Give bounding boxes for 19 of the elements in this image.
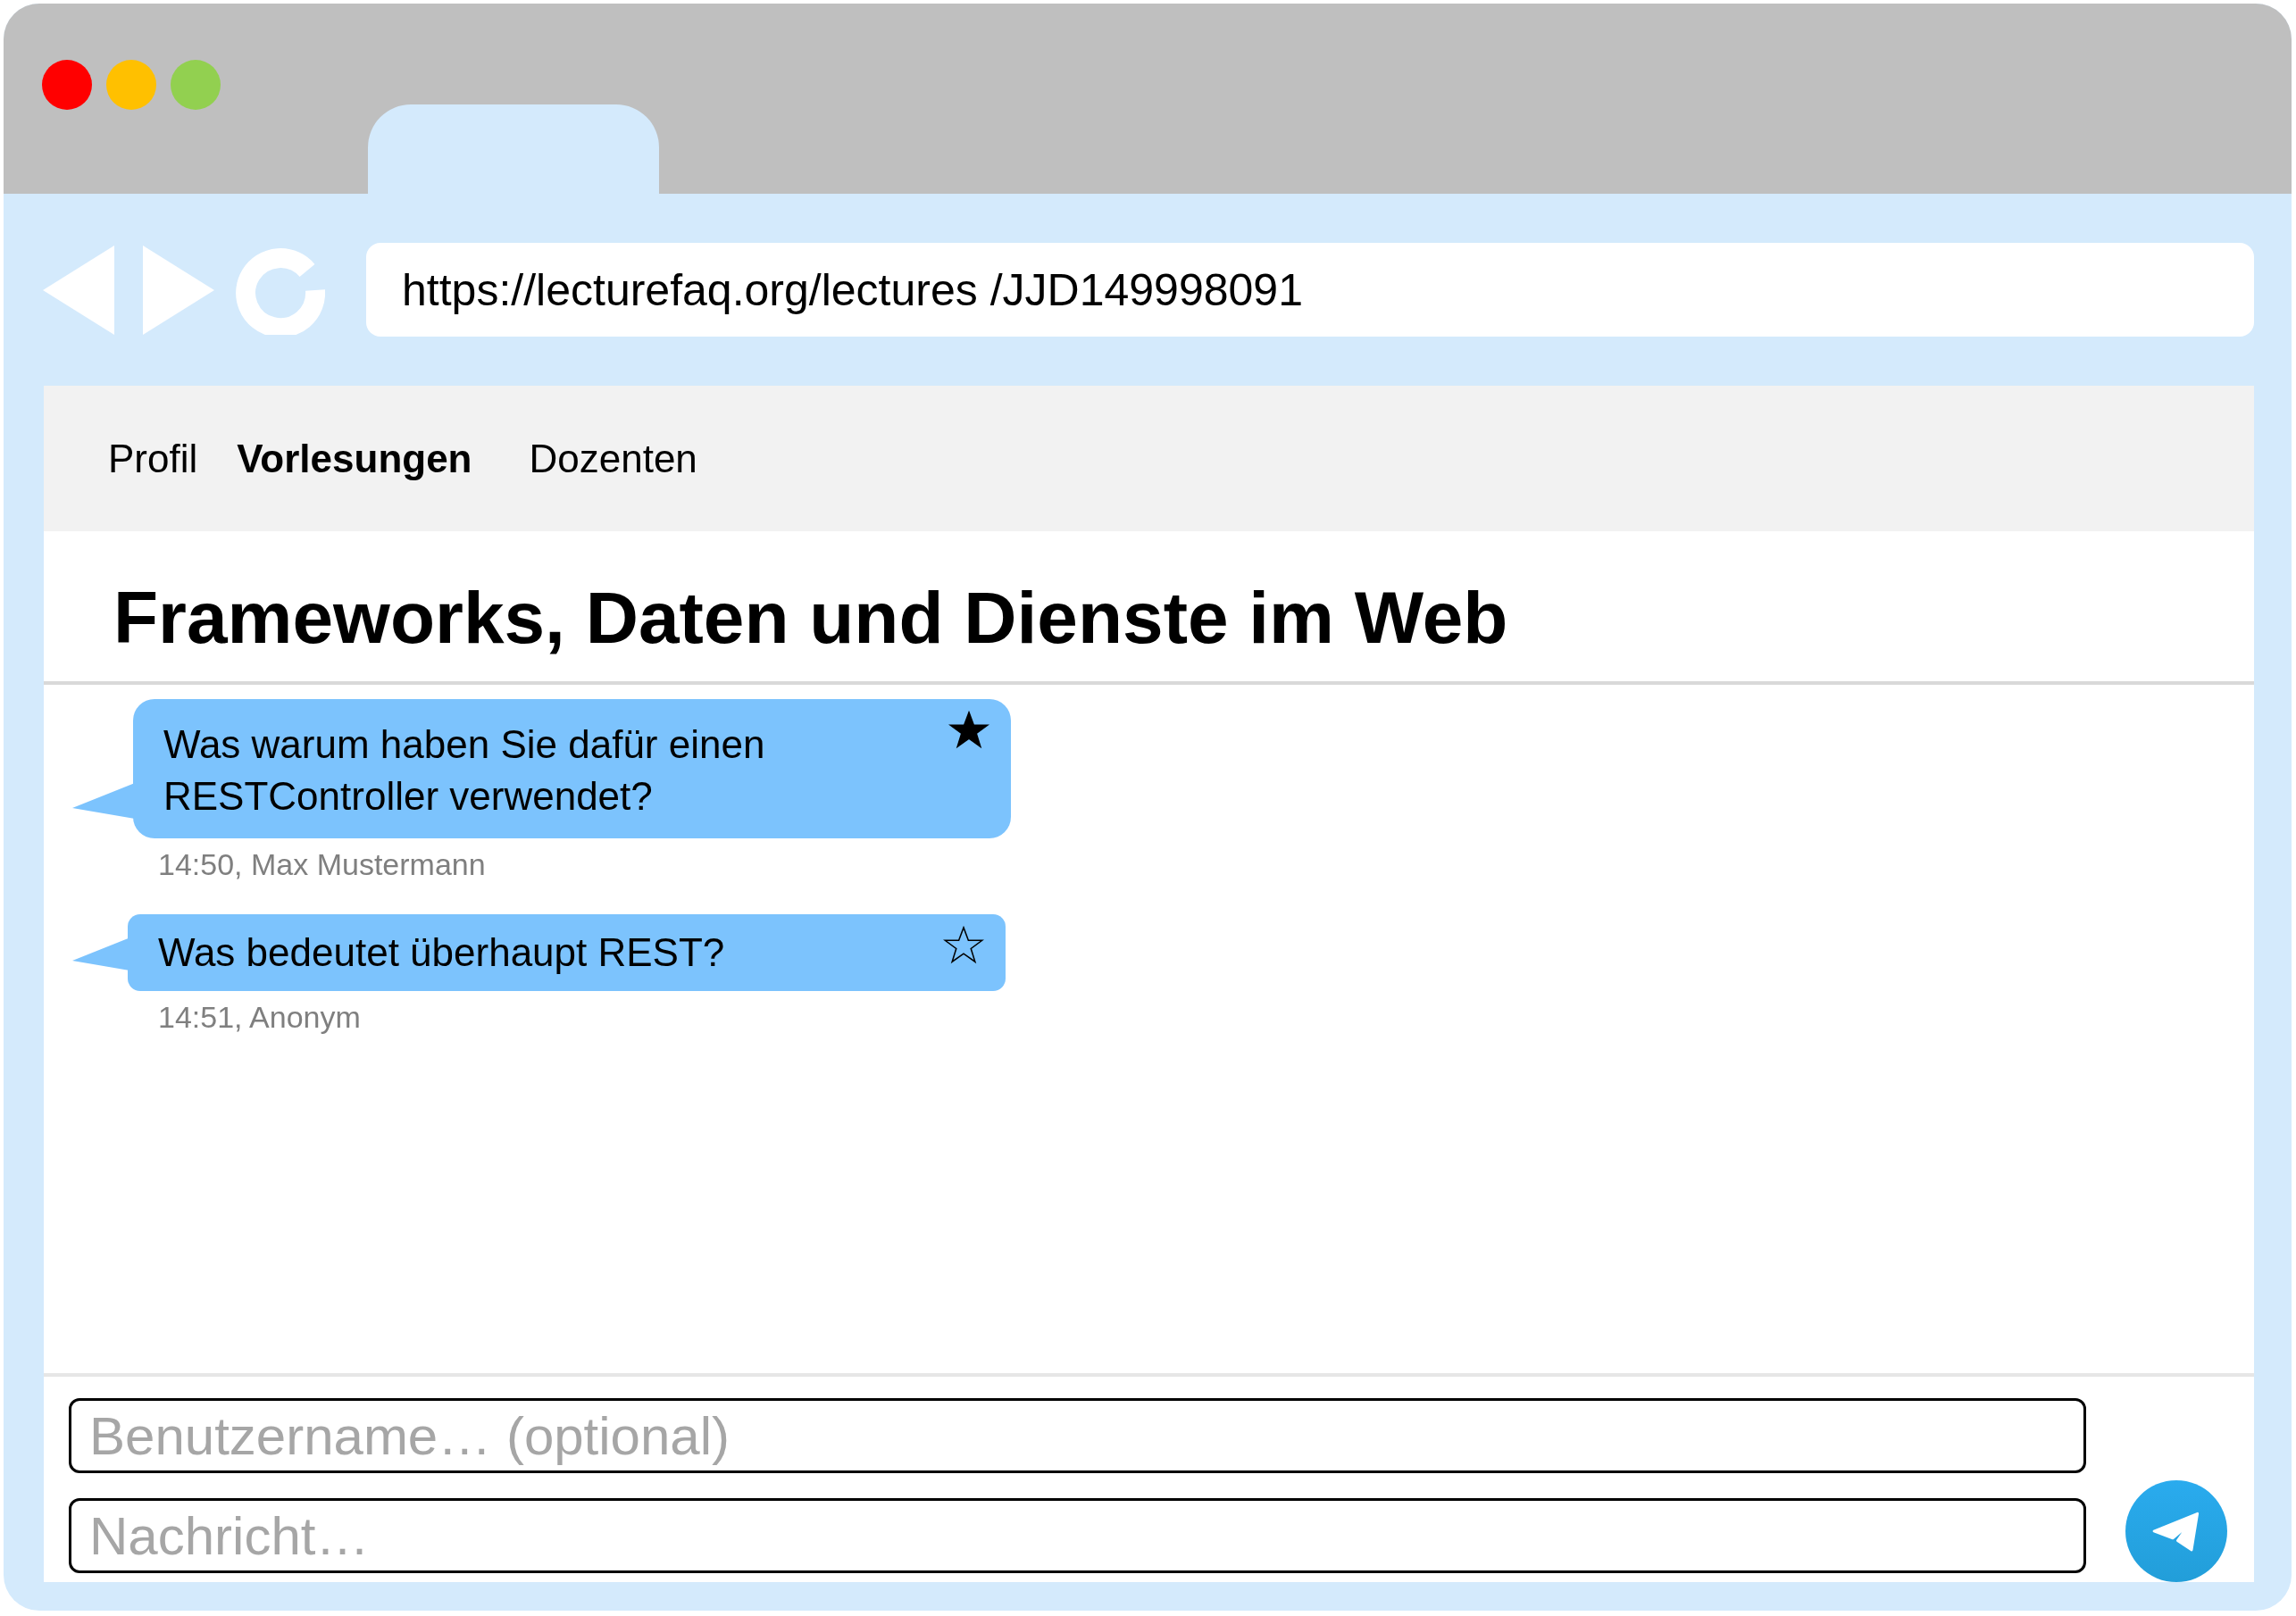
address-bar[interactable]: https://lecturefaq.org/lectures /JJD149998091 [366,243,2254,337]
back-icon[interactable] [43,245,114,335]
message-meta: 14:50, Max Mustermann [158,847,487,882]
forward-icon[interactable] [143,245,214,335]
maximize-button[interactable] [171,60,221,110]
message-text: Was bedeutet überhaupt REST? [158,930,725,974]
nav-link[interactable]: Profil [108,436,198,481]
nav-link[interactable]: Vorlesungen [237,436,472,481]
close-button[interactable] [42,60,92,110]
page-title: Frameworks, Daten und Dienste im Web [44,531,2254,685]
browser-tab[interactable] [368,104,659,194]
nav-link[interactable]: Dozenten [529,436,697,481]
star-icon[interactable] [948,710,989,751]
message-field[interactable]: Nachricht… [69,1498,2086,1573]
message-meta: 14:51, Anonym [158,1000,362,1035]
message-text: Was warum haben Sie dafür einen RESTController verwendet? [163,722,765,818]
star-icon[interactable] [943,925,984,966]
minimize-button[interactable] [106,60,156,110]
username-field[interactable]: Benutzername… (optional) [69,1398,2086,1473]
